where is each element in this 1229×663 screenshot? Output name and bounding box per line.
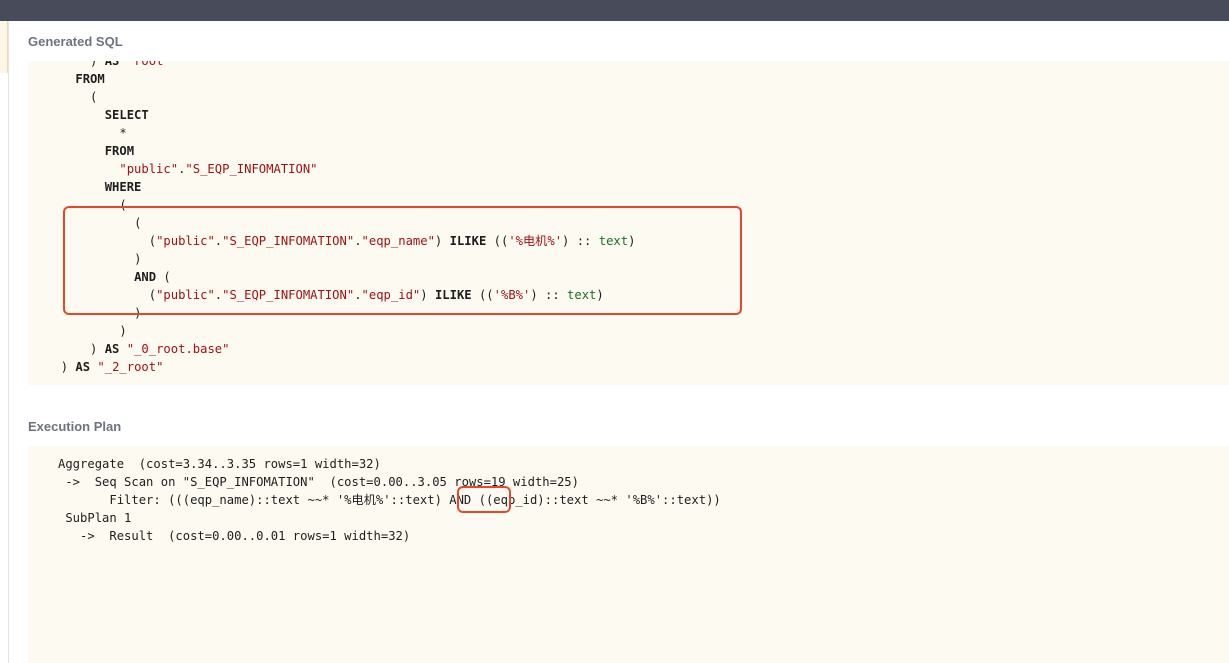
left-panel-edge: [0, 21, 9, 663]
sql-indent: [46, 61, 90, 68]
left-panel-accent: [0, 21, 8, 73]
sql-line: WHERE: [46, 178, 142, 196]
sql-token: *: [119, 126, 127, 140]
sql-token: ): [90, 61, 105, 68]
sql-line: (: [46, 88, 97, 106]
plan-and-highlight: [457, 486, 511, 513]
sql-token: "S_EQP_INFOMATION": [185, 162, 318, 176]
sql-indent: [46, 342, 90, 356]
sql-line: "public"."S_EQP_INFOMATION": [46, 160, 318, 178]
sql-token: ): [119, 324, 127, 338]
sql-token: AS: [104, 61, 120, 68]
sql-indent: [46, 126, 119, 140]
sql-token: FROM: [104, 144, 135, 158]
sql-token: (: [90, 90, 98, 104]
sql-indent: [46, 324, 119, 338]
sql-token: AS: [75, 360, 91, 374]
sql-indent: [46, 180, 105, 194]
sql-token: "_2_root": [97, 360, 164, 374]
top-toolbar: [0, 0, 1229, 21]
sql-token: "_0_root.base": [126, 342, 230, 356]
sql-line: SELECT: [46, 106, 149, 124]
sql-token: AS: [104, 342, 120, 356]
sql-token: ): [90, 342, 105, 356]
sql-line: *: [46, 124, 127, 142]
sql-indent: [46, 72, 75, 86]
sql-token: ): [60, 360, 76, 374]
sql-token: "public": [119, 162, 179, 176]
generated-sql-title: Generated SQL: [28, 34, 123, 49]
execution-plan-code-block: Aggregate (cost=3.34..3.35 rows=1 width=…: [28, 446, 1229, 663]
plan-line: Filter: (((eqp_name)::text ~~* '%电机%'::t…: [36, 493, 721, 507]
sql-line: ) AS "root": [46, 61, 171, 70]
sql-token: WHERE: [104, 180, 142, 194]
sql-indent: [46, 108, 105, 122]
sql-line: FROM: [46, 142, 134, 160]
sql-line: ) AS "_2_root": [46, 358, 164, 376]
sql-token: FROM: [75, 72, 105, 86]
sql-indent: [46, 144, 105, 158]
sql-indent: [46, 162, 119, 176]
sql-filter-highlight: [63, 206, 742, 315]
plan-line: -> Result (cost=0.00..0.01 rows=1 width=…: [36, 529, 411, 543]
sql-indent: [46, 360, 61, 374]
sql-indent: [46, 90, 90, 104]
sql-line: ) AS "_0_root.base": [46, 340, 229, 358]
sql-line: ): [46, 322, 127, 340]
execution-plan-title: Execution Plan: [28, 419, 122, 434]
plan-line: Aggregate (cost=3.34..3.35 rows=1 width=…: [36, 457, 381, 471]
sql-token: SELECT: [104, 108, 149, 122]
sql-line: FROM: [46, 70, 105, 88]
plan-line: SubPlan 1: [36, 511, 132, 525]
sql-token: "root": [126, 61, 171, 68]
